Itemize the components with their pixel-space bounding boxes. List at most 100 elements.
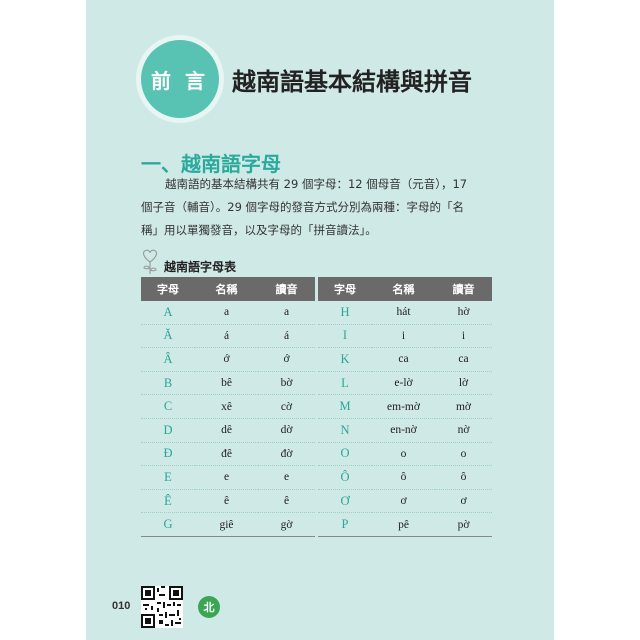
reading-cell: i <box>435 324 492 349</box>
name-cell: xê <box>195 394 258 419</box>
name-cell: ơ <box>372 489 435 514</box>
table-row: Hhát hờ <box>318 301 492 325</box>
name-cell: đê <box>195 442 258 467</box>
paragraph-line: 稱」用以單獨發音，以及字母的「拼音讀法」。 <box>141 223 377 237</box>
name-cell: ca <box>372 347 435 372</box>
letter-cell: E <box>141 465 195 490</box>
table-row: Êêê <box>141 489 315 514</box>
page-number: 010 <box>112 600 131 612</box>
reading-cell: gờ <box>258 512 315 537</box>
letter-cell: Đ <box>141 442 195 467</box>
table-row: Ăáá <box>141 324 315 349</box>
letter-cell: H <box>318 301 372 325</box>
reading-cell: ơ <box>435 489 492 514</box>
reading-cell: nờ <box>435 418 492 443</box>
alphabet-table-right: 字母 名稱 讀音 Hhát hờ Iii Kca ca Le-lờ lờ Mem-mờ… <box>318 277 492 537</box>
table-row: Ơơơ <box>318 489 492 514</box>
letter-cell: D <box>141 418 195 443</box>
table-row: Iii <box>318 324 492 349</box>
name-cell: o <box>372 442 435 467</box>
reading-cell: e <box>258 465 315 490</box>
table-row: Le-lờ lờ <box>318 371 492 396</box>
reading-cell: mờ <box>435 394 492 419</box>
table-row: Ooo <box>318 442 492 467</box>
table-row: Đđê đờ <box>141 442 315 467</box>
header-reading: 讀音 <box>435 277 492 301</box>
header-badge: 前言 <box>141 40 219 118</box>
region-badge: 北 <box>198 596 220 618</box>
name-cell: ê <box>195 489 258 514</box>
letter-cell: Ô <box>318 465 372 490</box>
name-cell: i <box>372 324 435 349</box>
name-cell: a <box>195 301 258 325</box>
letter-cell: M <box>318 394 372 419</box>
reading-cell: cờ <box>258 394 315 419</box>
name-cell: pê <box>372 512 435 537</box>
table-row: Kca ca <box>318 347 492 372</box>
letter-cell: K <box>318 347 372 372</box>
heart-flower-icon <box>142 249 158 274</box>
letter-cell: Ơ <box>318 489 372 514</box>
table-row: Aaa <box>141 301 315 325</box>
letter-cell: C <box>141 394 195 419</box>
letter-cell: O <box>318 442 372 467</box>
header-letter: 字母 <box>141 277 195 301</box>
table-row: Ppê pờ <box>318 512 492 537</box>
qr-code[interactable] <box>141 586 183 628</box>
name-cell: á <box>195 324 258 349</box>
letter-cell: L <box>318 371 372 396</box>
reading-cell: ê <box>258 489 315 514</box>
letter-cell: Â <box>141 347 195 372</box>
table-row: Ddê dờ <box>141 418 315 443</box>
table-row: Bbê bờ <box>141 371 315 396</box>
table-row: Âớớ <box>141 347 315 372</box>
table-row: Eee <box>141 465 315 490</box>
reading-cell: o <box>435 442 492 467</box>
reading-cell: á <box>258 324 315 349</box>
intro-paragraph: 越南語的基本結構共有 29 個字母：12 個母音（元音），17 個子音（輔音）。… <box>141 173 481 242</box>
table-header-row: 字母 名稱 讀音 <box>141 277 315 301</box>
table-row: Ggiê gờ <box>141 512 315 537</box>
page-title: 越南語基本結構與拼音 <box>232 68 472 96</box>
table-title: 越南語字母表 <box>164 260 237 274</box>
letter-cell: Ê <box>141 489 195 514</box>
table-header-row: 字母 名稱 讀音 <box>318 277 492 301</box>
reading-cell: hờ <box>435 301 492 325</box>
name-cell: ớ <box>195 347 258 372</box>
reading-cell: pờ <box>435 512 492 537</box>
header-letter: 字母 <box>318 277 372 301</box>
paragraph-line: 越南語的基本結構共有 29 個字母：12 個母音（元音），17 <box>165 177 468 191</box>
header-name: 名稱 <box>195 277 258 301</box>
paragraph-line: 個子音（輔音）。29 個字母的發音方式分別為兩種：字母的「名 <box>141 200 465 214</box>
name-cell: ô <box>372 465 435 490</box>
reading-cell: lờ <box>435 371 492 396</box>
reading-cell: bờ <box>258 371 315 396</box>
reading-cell: đờ <box>258 442 315 467</box>
table-row: Nen-nờ nờ <box>318 418 492 443</box>
letter-cell: Ă <box>141 324 195 349</box>
letter-cell: G <box>141 512 195 537</box>
letter-cell: A <box>141 301 195 325</box>
name-cell: em-mờ <box>372 394 435 419</box>
reading-cell: ô <box>435 465 492 490</box>
table-row: Cxê cờ <box>141 394 315 419</box>
reading-cell: dờ <box>258 418 315 443</box>
name-cell: bê <box>195 371 258 396</box>
table-row: Ôôô <box>318 465 492 490</box>
alphabet-table-left: 字母 名稱 讀音 Aaa Ăáá Âớớ Bbê bờ Cxê cờ Ddê dờ Đ… <box>141 277 315 537</box>
reading-cell: a <box>258 301 315 325</box>
letter-cell: P <box>318 512 372 537</box>
header-name: 名稱 <box>372 277 435 301</box>
name-cell: en-nờ <box>372 418 435 443</box>
letter-cell: B <box>141 371 195 396</box>
name-cell: hát <box>372 301 435 325</box>
name-cell: e <box>195 465 258 490</box>
table-row: Mem-mờ mờ <box>318 394 492 419</box>
name-cell: giê <box>195 512 258 537</box>
name-cell: dê <box>195 418 258 443</box>
header-reading: 讀音 <box>258 277 315 301</box>
reading-cell: ca <box>435 347 492 372</box>
letter-cell: I <box>318 324 372 349</box>
reading-cell: ớ <box>258 347 315 372</box>
letter-cell: N <box>318 418 372 443</box>
